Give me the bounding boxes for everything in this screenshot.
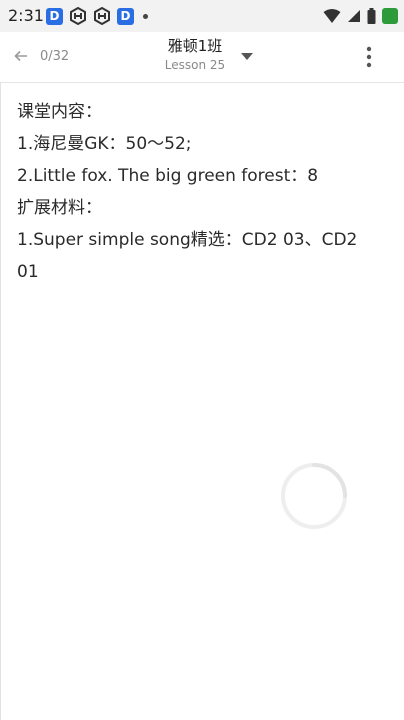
left-divider [0,82,1,720]
lesson-content: 课堂内容： 1.海尼曼GK：50～52; 2.Little fox. The b… [17,96,389,288]
chevron-down-icon[interactable] [241,53,253,61]
sync-hex-icon [94,7,110,25]
content-line: 扩展材料： [17,198,102,218]
content-line: 1.Super simple song精选：CD2 03、CD2 [17,230,358,250]
class-title: 雅顿1班 [167,37,223,55]
green-app-icon [382,8,398,24]
loading-spinner-icon [281,463,347,529]
back-arrow-icon[interactable] [14,49,28,63]
d-app-icon: D [117,7,134,25]
page-counter: 0/32 [40,49,70,64]
sync-hex-icon [70,7,86,25]
wifi-icon [323,9,341,23]
status-bar: 2:31 D D [0,0,404,32]
status-notification-icons: D D [46,7,148,25]
content-line: 2.Little fox. The big green forest：8 [17,166,319,186]
more-vert-icon[interactable] [362,45,376,69]
class-selector[interactable]: 雅顿1班 Lesson 25 [150,36,240,74]
content-line: 课堂内容： [17,102,102,122]
content-line: 01 [17,262,39,282]
d-app-icon: D [46,7,63,25]
content-line: 1.海尼曼GK：50～52; [17,134,192,154]
battery-icon [367,8,376,24]
signal-icon [348,10,360,22]
screen: 2:31 D D 0/32 雅顿1班 Lesson 25 课堂内容： 1.海尼曼… [0,0,404,720]
lesson-subtitle: Lesson 25 [164,58,226,72]
status-time: 2:31 [8,6,44,25]
status-system-icons [323,7,398,25]
app-bar: 0/32 雅顿1班 Lesson 25 [0,32,404,83]
notification-dot-icon [143,13,148,19]
